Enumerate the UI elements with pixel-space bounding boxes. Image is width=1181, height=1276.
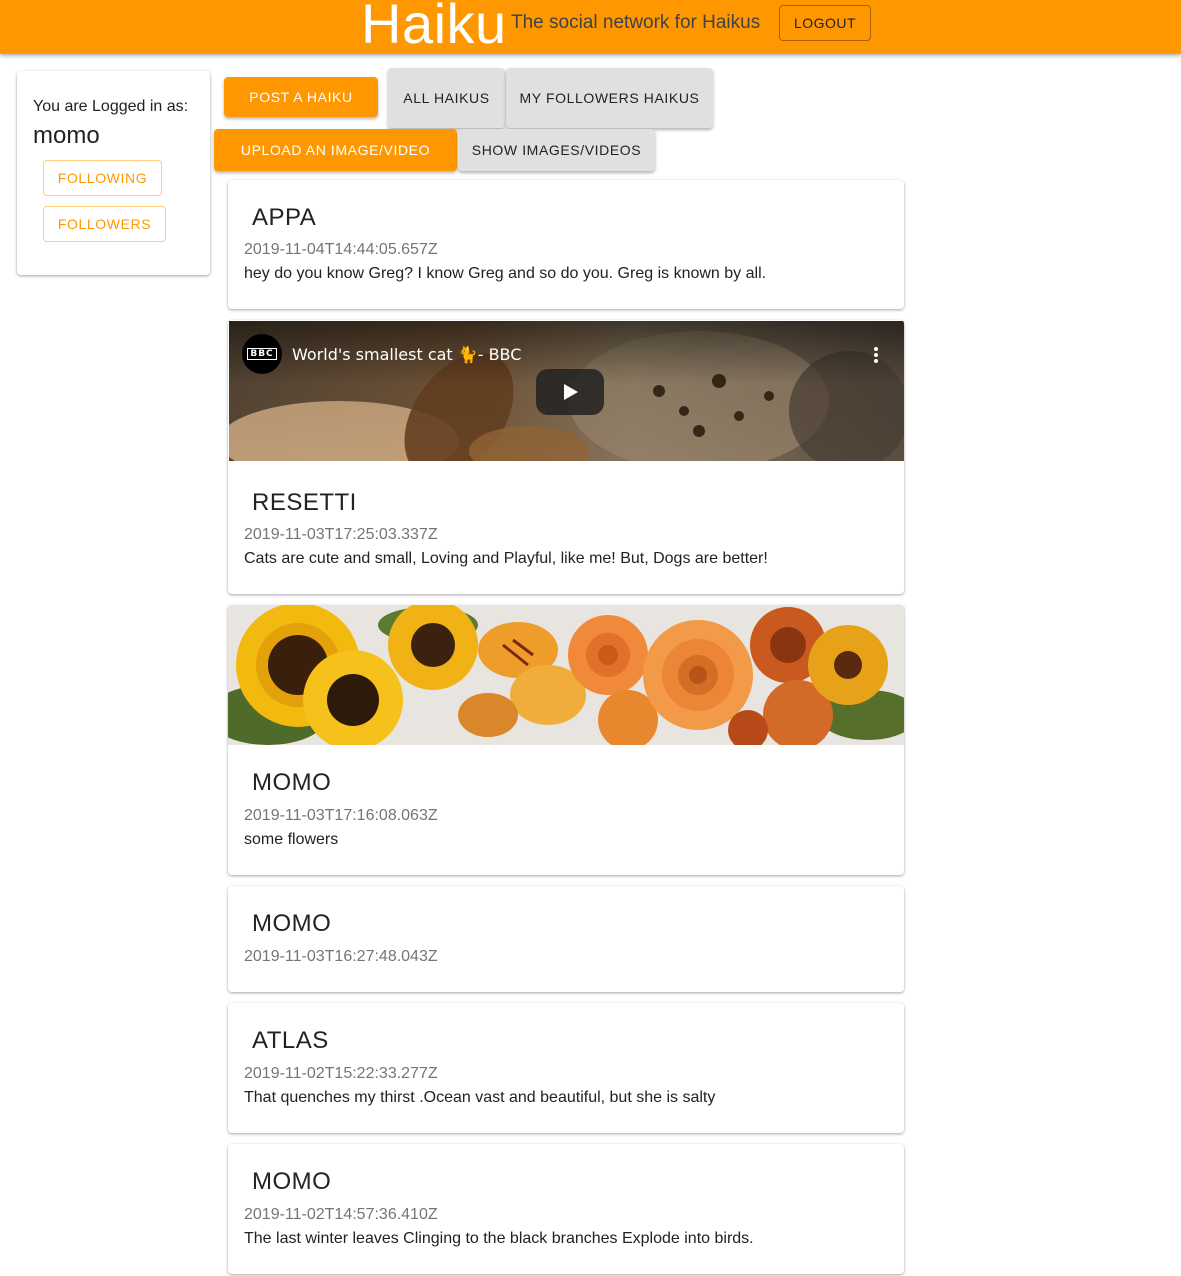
app-bar: Haiku The social network for Haikus LOGO… [0,0,1181,54]
post-card: MOMO 2019-11-03T17:16:08.063Z some flowe… [228,605,904,875]
logged-in-label: You are Logged in as: [33,98,189,115]
post-timestamp: 2019-11-04T14:44:05.657Z [244,241,438,258]
user-panel: You are Logged in as: momo FOLLOWING FOL… [17,71,210,275]
post-card: MOMO 2019-11-03T16:27:48.043Z [228,886,904,992]
logout-button[interactable]: LOGOUT [779,5,871,41]
post-card: MOMO 2019-11-02T14:57:36.410Z The last w… [228,1144,904,1274]
post-text: The last winter leaves Clinging to the b… [244,1230,754,1247]
post-author: ATLAS [252,1027,329,1054]
all-haikus-button[interactable]: ALL HAIKUS [388,68,505,128]
post-timestamp: 2019-11-03T16:27:48.043Z [244,948,438,965]
post-author: MOMO [252,1168,332,1195]
show-media-button[interactable]: SHOW IMAGES/VIDEOS [458,129,655,171]
embedded-video[interactable]: BBC World's smallest cat 🐈- BBC [229,321,904,461]
followers-button[interactable]: FOLLOWERS [43,206,166,242]
play-button[interactable] [536,369,604,415]
post-author: RESETTI [252,489,357,516]
post-text: Cats are cute and small, Loving and Play… [244,550,768,567]
post-card: ATLAS 2019-11-02T15:22:33.277Z That quen… [228,1003,904,1133]
post-text: some flowers [244,831,339,848]
current-username: momo [33,122,100,149]
post-card: BBC World's smallest cat 🐈- BBC RESETTI … [228,320,904,594]
post-card: APPA 2019-11-04T14:44:05.657Z hey do you… [228,180,904,309]
post-text: hey do you know Greg? I know Greg and so… [244,265,767,282]
post-text: That quenches my thirst .Ocean vast and … [244,1089,716,1106]
post-haiku-button[interactable]: POST A HAIKU [224,77,378,117]
video-title[interactable]: World's smallest cat 🐈- BBC [292,345,521,364]
upload-media-button[interactable]: UPLOAD AN IMAGE/VIDEO [214,129,457,171]
post-author: MOMO [252,910,332,937]
post-timestamp: 2019-11-03T17:16:08.063Z [244,807,438,824]
post-image [228,605,904,745]
following-button[interactable]: FOLLOWING [43,160,162,196]
post-timestamp: 2019-11-02T14:57:36.410Z [244,1206,438,1223]
channel-badge: BBC [247,348,277,360]
post-author: APPA [252,204,317,231]
post-author: MOMO [252,769,332,796]
brand-title: Haiku [361,0,507,55]
post-timestamp: 2019-11-02T15:22:33.277Z [244,1065,438,1082]
tagline: The social network for Haikus [511,12,761,33]
more-options-icon[interactable] [867,345,885,365]
play-icon [564,384,578,400]
channel-avatar-icon[interactable]: BBC [242,334,282,374]
followers-haikus-button[interactable]: MY FOLLOWERS HAIKUS [506,68,713,128]
post-timestamp: 2019-11-03T17:25:03.337Z [244,526,438,543]
